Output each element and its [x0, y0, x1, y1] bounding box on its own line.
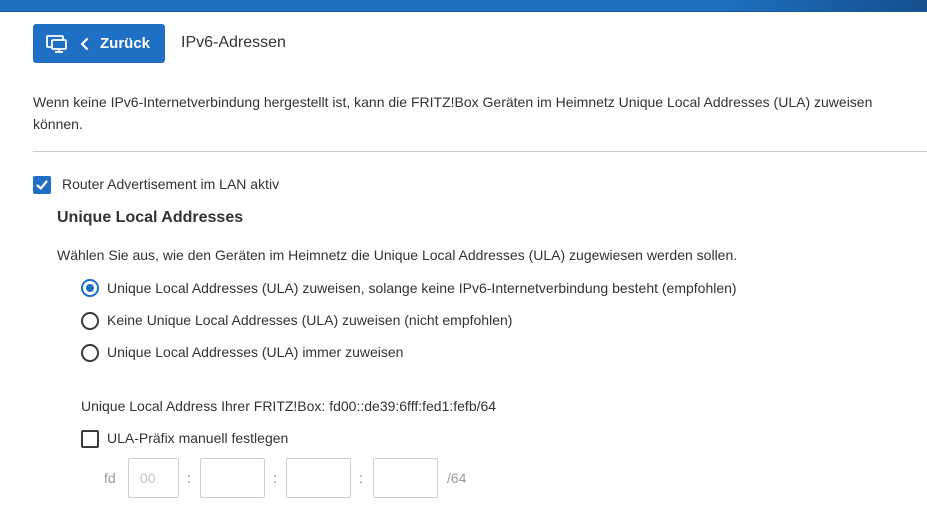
section-heading: Unique Local Addresses	[57, 209, 244, 226]
prefix-separator-1: :	[187, 470, 191, 486]
page-title: IPv6-Adressen	[181, 34, 286, 51]
radio-ula-until-internet[interactable]	[81, 279, 99, 297]
ula-address-info: Unique Local Address Ihrer FRITZ!Box: fd…	[81, 398, 497, 414]
intro-text-line-1: Wenn keine IPv6-Internetverbindung herge…	[33, 94, 873, 110]
prefix-field-4[interactable]	[373, 458, 438, 498]
router-advertisement-checkbox[interactable]	[33, 176, 51, 194]
radio-no-ula-label[interactable]: Keine Unique Local Addresses (ULA) zuwei…	[107, 312, 512, 328]
top-header-strip	[0, 0, 927, 12]
back-button[interactable]: Zurück	[33, 24, 165, 63]
divider	[33, 151, 927, 152]
monitor-icon	[46, 34, 68, 54]
router-advertisement-label[interactable]: Router Advertisement im LAN aktiv	[62, 176, 279, 192]
prefix-separator-2: :	[273, 470, 277, 486]
prefix-separator-3: :	[359, 470, 363, 486]
checkmark-icon	[36, 180, 48, 190]
ula-description: Wählen Sie aus, wie den Geräten im Heimn…	[57, 247, 738, 263]
radio-ula-always[interactable]	[81, 344, 99, 362]
intro-text: Wenn keine IPv6-Internetverbindung herge…	[33, 91, 927, 135]
radio-ula-until-internet-label[interactable]: Unique Local Addresses (ULA) zuweisen, s…	[107, 280, 737, 296]
prefix-field-2[interactable]	[200, 458, 265, 498]
prefix-lead-label: fd	[104, 470, 116, 486]
intro-text-line-2: können.	[33, 116, 83, 132]
prefix-suffix: /64	[447, 470, 467, 486]
manual-prefix-label[interactable]: ULA-Präfix manuell festlegen	[107, 430, 288, 446]
manual-prefix-checkbox[interactable]	[81, 430, 99, 448]
radio-no-ula[interactable]	[81, 312, 99, 330]
prefix-field-3[interactable]	[286, 458, 351, 498]
back-button-label: Zurück	[100, 35, 151, 52]
radio-ula-always-label[interactable]: Unique Local Addresses (ULA) immer zuwei…	[107, 344, 403, 360]
chevron-left-icon	[80, 37, 90, 51]
prefix-field-1[interactable]	[128, 458, 179, 498]
